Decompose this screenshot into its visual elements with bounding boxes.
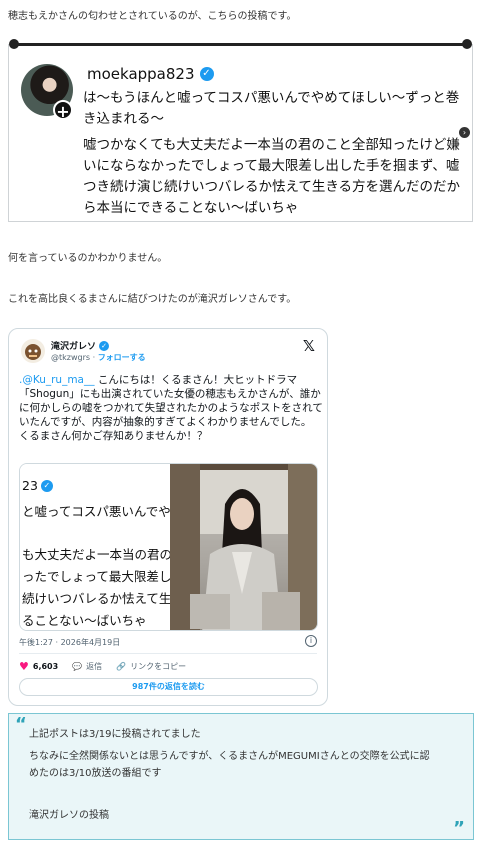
decor-dot — [462, 39, 472, 49]
media-text-line: と嘘ってコスパ悪いんでや — [22, 504, 171, 519]
paragraph: これを高比良くるまさんに結びつけたのが滝沢ガレソさんです。 — [8, 294, 297, 305]
verified-badge-icon: ✓ — [40, 479, 53, 492]
media-text-line: 23 — [22, 478, 38, 493]
divider — [19, 653, 317, 654]
tweet-text: .@Ku_ru_ma__ こんにちは！くるまさん！大ヒットドラマ「Shogun」… — [19, 374, 323, 442]
post-username: moekappa823 ✓ — [87, 65, 214, 83]
post-text-second: 嘘つかなくても大丈夫だよ一本当の君のこと全部知ったけど嫌いにならなかったでしょっ… — [83, 137, 461, 216]
media-post-crop: 23 ✓ と嘘ってコスパ悪いんでや も大丈夫だよ一本当の君の ったでしょって最大… — [20, 464, 173, 630]
intro-text: 穂志もえかさんの匂わせとされているのが、こちらの投稿です。 — [8, 11, 297, 22]
plus-icon: + — [53, 100, 73, 121]
reply-button[interactable]: 💬 返信 — [72, 661, 102, 672]
info-icon[interactable]: i — [305, 635, 317, 647]
tweet-timestamp[interactable]: 午後1:27 · 2026年4月19日 — [19, 637, 120, 648]
quote-line: ちなみに全然関係ないとは思うんですが、くるまさんがMEGUMIさんとの交際を公式… — [29, 751, 430, 762]
avatar[interactable] — [21, 339, 45, 363]
like-button[interactable]: ♥ 6,603 — [19, 660, 58, 673]
media-photo — [170, 464, 317, 630]
x-logo-icon[interactable]: 𝕏 — [303, 337, 315, 355]
tweet-media[interactable]: 23 ✓ と嘘ってコスパ悪いんでや も大丈夫だよ一本当の君の ったでしょって最大… — [19, 463, 318, 631]
divider — [15, 43, 466, 46]
quote-close-icon: ” — [453, 818, 465, 839]
link-icon: 🔗 — [116, 662, 127, 671]
copy-link-button[interactable]: 🔗 リンクをコピー — [116, 661, 186, 672]
follow-link[interactable]: フォローする — [98, 353, 146, 362]
quote-source: 滝沢ガレソの投稿 — [29, 810, 109, 821]
embedded-post-screenshot: + moekappa823 ✓ は〜もうほんと嘘ってコスパ悪いんでやめてほしい〜… — [8, 39, 473, 222]
embedded-tweet: 滝沢ガレソ ✓ @tkzwgrs · フォローする 𝕏 .@Ku_ru_ma__… — [8, 328, 328, 706]
quote-line: 上記ポストは3/19に投稿されてました — [29, 729, 201, 740]
actress-photo — [170, 464, 317, 630]
tweet-handle: @tkzwgrs · フォローする — [51, 353, 146, 362]
verified-badge-icon: ✓ — [199, 67, 214, 81]
media-text-line: も大丈夫だよ一本当の君の — [22, 547, 173, 562]
read-replies-button[interactable]: 987件の返信を読む — [19, 678, 318, 696]
arrow-right-icon: › — [459, 127, 470, 138]
verified-badge-icon: ✓ — [99, 340, 110, 351]
quote-open-icon: “ — [15, 714, 27, 735]
heart-icon: ♥ — [19, 660, 29, 673]
post-text-first: は〜もうほんと嘘ってコスパ悪いんでやめてほしい〜ずっと巻き込まれる〜 — [83, 90, 460, 127]
username-label: moekappa823 — [87, 65, 195, 83]
media-text-line: ることない〜ばいちゃ — [22, 613, 147, 628]
paragraph: 何を言っているのかわかりません。 — [8, 253, 168, 264]
media-text-line: ったでしょって最大限差し — [22, 569, 172, 584]
media-text-line: 続けいつバレるか怯えて生 — [22, 591, 172, 606]
quote-line: めたのは3/10放送の番組です — [29, 768, 162, 779]
reply-icon: 💬 — [72, 662, 83, 671]
mention-link[interactable]: .@Ku_ru_ma__ — [19, 374, 95, 386]
decor-dot — [9, 39, 19, 49]
like-count: 6,603 — [32, 662, 59, 671]
tweet-display-name[interactable]: 滝沢ガレソ ✓ — [51, 339, 110, 352]
tweet-actions: ♥ 6,603 💬 返信 🔗 リンクをコピー — [19, 660, 186, 673]
blockquote: “ 上記ポストは3/19に投稿されてました ちなみに全然関係ないとは思うんですが… — [8, 713, 474, 840]
